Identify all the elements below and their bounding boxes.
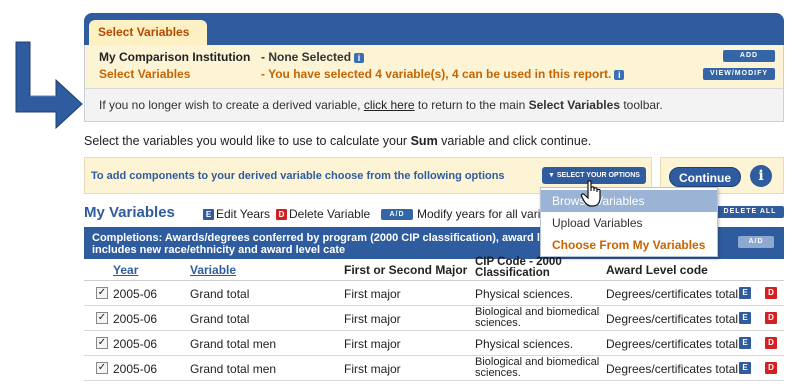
view-modify-button[interactable]: VIEW/MODIFY: [703, 68, 775, 80]
edit-years-button[interactable]: E: [739, 337, 751, 349]
continue-button[interactable]: Continue: [669, 167, 741, 187]
table-row: ✓ 2005-06 Grand total First major Physic…: [84, 281, 784, 306]
arrow-graphic: [15, 41, 83, 130]
instruction-prefix: Select the variables you would like to u…: [84, 134, 408, 148]
info-icon[interactable]: i: [614, 69, 625, 80]
cell-year: 2005-06: [113, 312, 158, 326]
row-checkbox[interactable]: ✓: [96, 287, 108, 299]
col-major: First or Second Major: [344, 263, 468, 277]
panel-body: My Comparison Institution - None Selecte…: [84, 45, 784, 122]
edit-years-label: Edit Years: [216, 207, 271, 221]
tab-select-variables[interactable]: Select Variables: [89, 20, 207, 45]
options-text: To add components to your derived variab…: [91, 170, 505, 182]
edit-years-button[interactable]: E: [739, 312, 751, 324]
cell-variable: Grand total: [190, 287, 250, 301]
panel-note: If you no longer wish to create a derive…: [99, 98, 663, 112]
cell-year: 2005-06: [113, 337, 158, 351]
modify-years-legend: A/D Modify years for all vari: [381, 207, 540, 221]
delete-variable-button[interactable]: D: [765, 362, 777, 374]
delete-variable-button[interactable]: D: [765, 337, 777, 349]
cell-award: Degrees/certificates total: [606, 337, 739, 351]
cell-major: First major: [344, 312, 401, 326]
delete-variable-label: Delete Variable: [289, 207, 371, 221]
edit-years-button[interactable]: E: [739, 362, 751, 374]
cell-award: Degrees/certificates total: [606, 287, 739, 301]
cell-variable: Grand total men: [190, 362, 277, 376]
dropdown-item-browse[interactable]: Browse Variables: [541, 190, 717, 212]
delete-variable-button[interactable]: D: [765, 287, 777, 299]
row-checkbox[interactable]: ✓: [96, 362, 108, 374]
options-dropdown: Browse Variables Upload Variables Choose…: [540, 187, 718, 257]
note-suffix: toolbar.: [623, 98, 663, 112]
comparison-value: - None Selected i: [261, 50, 365, 64]
info-icon[interactable]: i: [354, 52, 365, 63]
col-award: Award Level code: [606, 263, 708, 277]
delete-variable-button[interactable]: D: [765, 312, 777, 324]
ad-button[interactable]: A/D: [738, 236, 774, 248]
table-row: ✓ 2005-06 Grand total men First major Ph…: [84, 331, 784, 356]
panel-tab-bar: Select Variables: [84, 13, 784, 45]
hand-cursor-icon: [580, 180, 601, 207]
note-bold: Select Variables: [528, 98, 620, 112]
col-year[interactable]: Year: [113, 263, 138, 277]
info-icon[interactable]: i: [750, 165, 772, 187]
row-checkbox[interactable]: ✓: [96, 312, 108, 324]
dropdown-item-upload[interactable]: Upload Variables: [541, 212, 717, 234]
table-row: ✓ 2005-06 Grand total First major Biolog…: [84, 306, 784, 331]
column-header-row: Year Variable First or Second Major CIP …: [84, 256, 784, 281]
cell-cip: Biological and biomedical sciences.: [475, 306, 600, 329]
instruction-suffix: variable and click continue.: [441, 134, 592, 148]
note-mid: to return to the main: [417, 98, 526, 112]
table-row: ✓ 2005-06 Grand total men First major Bi…: [84, 356, 784, 381]
modify-years-label: Modify years for all vari: [417, 207, 541, 221]
edit-years-legend: E Edit Years: [203, 207, 270, 221]
instruction-bold: Sum: [410, 134, 438, 148]
comparison-label: My Comparison Institution: [99, 50, 251, 64]
select-value-text: - You have selected 4 variable(s), 4 can…: [261, 67, 612, 81]
edit-icon: E: [203, 209, 214, 221]
cell-award: Degrees/certificates total: [606, 362, 739, 376]
my-variables-title: My Variables: [84, 204, 175, 221]
col-cip: CIP Code - 2000 Classification: [475, 256, 562, 279]
instruction-text: Select the variables you would like to u…: [84, 134, 591, 148]
cell-cip: Physical sciences.: [475, 287, 574, 301]
cell-cip: Biological and biomedical sciences.: [475, 356, 600, 379]
cell-major: First major: [344, 337, 401, 351]
row-checkbox[interactable]: ✓: [96, 337, 108, 349]
select-variables-panel: Select Variables My Comparison Instituti…: [84, 13, 784, 122]
comparison-value-text: - None Selected: [261, 50, 352, 64]
cell-major: First major: [344, 362, 401, 376]
delete-variable-legend: D Delete Variable: [276, 207, 370, 221]
note-prefix: If you no longer wish to create a derive…: [99, 98, 361, 112]
edit-years-button[interactable]: E: [739, 287, 751, 299]
cell-variable: Grand total men: [190, 337, 277, 351]
cell-major: First major: [344, 287, 401, 301]
add-button[interactable]: ADD: [723, 50, 775, 62]
select-value: - You have selected 4 variable(s), 4 can…: [261, 67, 625, 81]
delete-all-button[interactable]: DELETE ALL: [716, 206, 784, 218]
col-variable[interactable]: Variable: [190, 263, 236, 277]
cell-variable: Grand total: [190, 312, 250, 326]
panel-note-area: If you no longer wish to create a derive…: [85, 88, 783, 121]
cell-year: 2005-06: [113, 362, 158, 376]
cell-year: 2005-06: [113, 287, 158, 301]
delete-icon: D: [276, 209, 287, 221]
click-here-link[interactable]: click here: [364, 98, 415, 112]
dropdown-item-choose[interactable]: Choose From My Variables: [541, 234, 717, 256]
ad-icon: A/D: [381, 209, 413, 221]
select-label: Select Variables: [99, 67, 191, 81]
cell-award: Degrees/certificates total: [606, 312, 739, 326]
cell-cip: Physical sciences.: [475, 337, 574, 351]
